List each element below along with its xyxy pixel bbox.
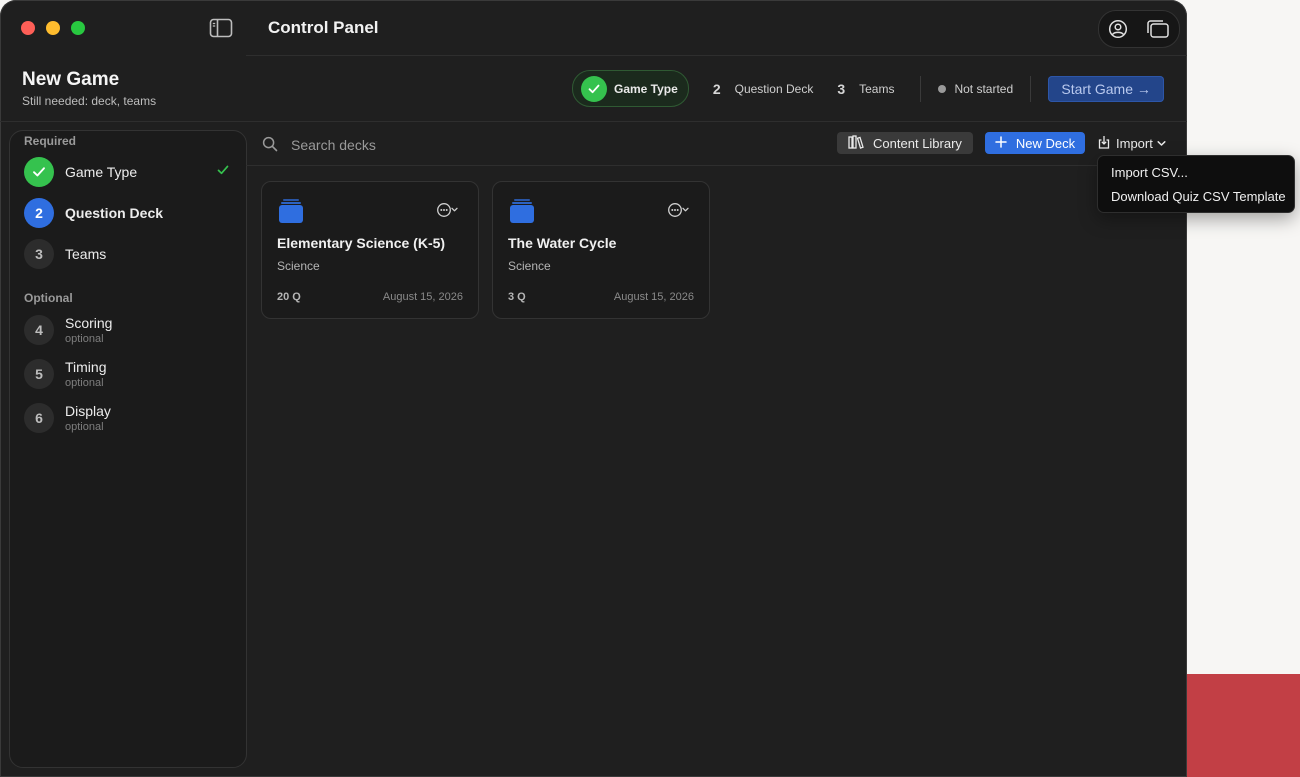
sidebar-item-label: Teams: [65, 246, 107, 262]
new-deck-label: New Deck: [1015, 135, 1076, 151]
step-number-badge: 3: [24, 239, 54, 269]
import-icon: [1097, 135, 1111, 152]
import-dropdown-menu: Import CSV... Download Quiz CSV Template: [1097, 155, 1295, 213]
deck-title: The Water Cycle: [508, 235, 617, 251]
content-library-button[interactable]: Content Library: [837, 132, 973, 154]
titlebar-divider: [246, 55, 1187, 56]
sidebar-item-scoring[interactable]: 4 Scoring optional: [24, 313, 234, 347]
sidebar-item-label: Display: [65, 403, 111, 419]
title-actions-group: [1098, 10, 1180, 48]
game-status: Not started: [938, 82, 1013, 96]
step-label: Game Type: [614, 81, 678, 96]
more-options-icon[interactable]: [667, 202, 689, 223]
sidebar-item-text: Timing optional: [65, 359, 107, 389]
checkmark-icon: [24, 157, 54, 187]
step-game-type[interactable]: Game Type: [572, 70, 689, 107]
status-label: Not started: [954, 81, 1014, 96]
sidebar-item-teams[interactable]: 3 Teams: [24, 237, 234, 271]
step-question-deck[interactable]: 2 Question Deck: [713, 81, 814, 97]
plus-icon: [995, 135, 1016, 151]
more-options-icon[interactable]: [436, 202, 458, 223]
sidebar-toggle-icon[interactable]: [209, 18, 233, 38]
sidebar-item-hint: optional: [65, 421, 104, 433]
import-label: Import: [1116, 135, 1153, 151]
minimize-window-button[interactable]: [46, 21, 60, 35]
sidebar-item-text: Scoring optional: [65, 315, 112, 345]
deck-card[interactable]: The Water Cycle Science 3 Q August 15, 2…: [492, 181, 710, 319]
section-optional-label: Optional: [24, 291, 73, 305]
import-button[interactable]: Import: [1097, 132, 1166, 154]
zoom-window-button[interactable]: [71, 21, 85, 35]
sidebar-item-game-type[interactable]: Game Type: [24, 155, 234, 189]
step-number-badge: 2: [24, 198, 54, 228]
sidebar-item-label: Timing: [65, 359, 107, 375]
step-teams[interactable]: 3 Teams: [837, 81, 894, 97]
deck-subject: Science: [277, 259, 320, 273]
sidebar-item-label: Scoring: [65, 315, 113, 331]
completed-check-icon: [216, 163, 230, 182]
sidebar-item-question-deck[interactable]: 2 Question Deck: [24, 196, 234, 230]
window-title: Control Panel: [268, 18, 379, 37]
menu-item-download-template[interactable]: Download Quiz CSV Template: [1111, 189, 1286, 204]
deck-question-count: 20 Q: [277, 291, 301, 303]
setup-sidebar: Required Game Type 2 Question Deck 3 Tea…: [9, 130, 247, 768]
sidebar-item-label: Game Type: [65, 164, 138, 180]
section-required-label: Required: [24, 134, 77, 148]
toolbar-divider: [246, 165, 1187, 166]
checkmark-icon: [581, 75, 607, 102]
content-library-label: Content Library: [873, 135, 962, 151]
header-divider: [0, 121, 1187, 122]
windows-icon[interactable]: [1146, 19, 1170, 39]
step-number: 3: [837, 80, 846, 97]
sidebar-item-hint: optional: [65, 377, 104, 389]
sidebar-item-timing[interactable]: 5 Timing optional: [24, 357, 234, 391]
sidebar-item-hint: optional: [65, 333, 104, 345]
stepper-divider: [920, 75, 922, 102]
page-subtitle: Still needed: deck, teams: [22, 94, 157, 108]
status-dot-icon: [938, 84, 947, 93]
deck-date: August 15, 2026: [382, 291, 463, 303]
deck-stack-icon: [509, 198, 535, 229]
deck-title: Elementary Science (K-5): [277, 235, 446, 251]
new-deck-button[interactable]: New Deck: [985, 132, 1085, 154]
search-input[interactable]: [289, 133, 693, 157]
step-number: 2: [712, 80, 721, 97]
library-icon: [848, 134, 873, 152]
step-number-badge: 6: [24, 403, 54, 433]
deck-subject: Science: [508, 259, 551, 273]
deck-card[interactable]: Elementary Science (K-5) Science 20 Q Au…: [261, 181, 479, 319]
step-number-badge: 4: [24, 315, 54, 345]
step-number-badge: 5: [24, 359, 54, 389]
deck-question-count: 3 Q: [508, 291, 526, 303]
close-window-button[interactable]: [21, 21, 35, 35]
sidebar-item-text: Display optional: [65, 403, 111, 433]
stepper-divider: [1030, 75, 1032, 102]
deck-stack-icon: [278, 198, 304, 229]
page-title: New Game: [22, 69, 120, 90]
step-label: Question Deck: [734, 81, 814, 96]
step-label: Teams: [859, 81, 895, 96]
sidebar-item-display[interactable]: 6 Display optional: [24, 401, 234, 435]
sidebar-item-label: Question Deck: [65, 205, 164, 221]
progress-stepper: Game Type 2 Question Deck 3 Teams Not st…: [572, 70, 1165, 107]
app-window: Control Panel New Game Still needed: dec…: [0, 0, 1187, 777]
deck-date: August 15, 2026: [613, 291, 694, 303]
account-icon[interactable]: [1108, 19, 1128, 39]
search-icon: [262, 136, 278, 157]
start-game-button[interactable]: Start Game →: [1048, 75, 1165, 102]
chevron-down-icon: [1157, 136, 1166, 151]
menu-item-import-csv[interactable]: Import CSV...: [1111, 165, 1188, 180]
